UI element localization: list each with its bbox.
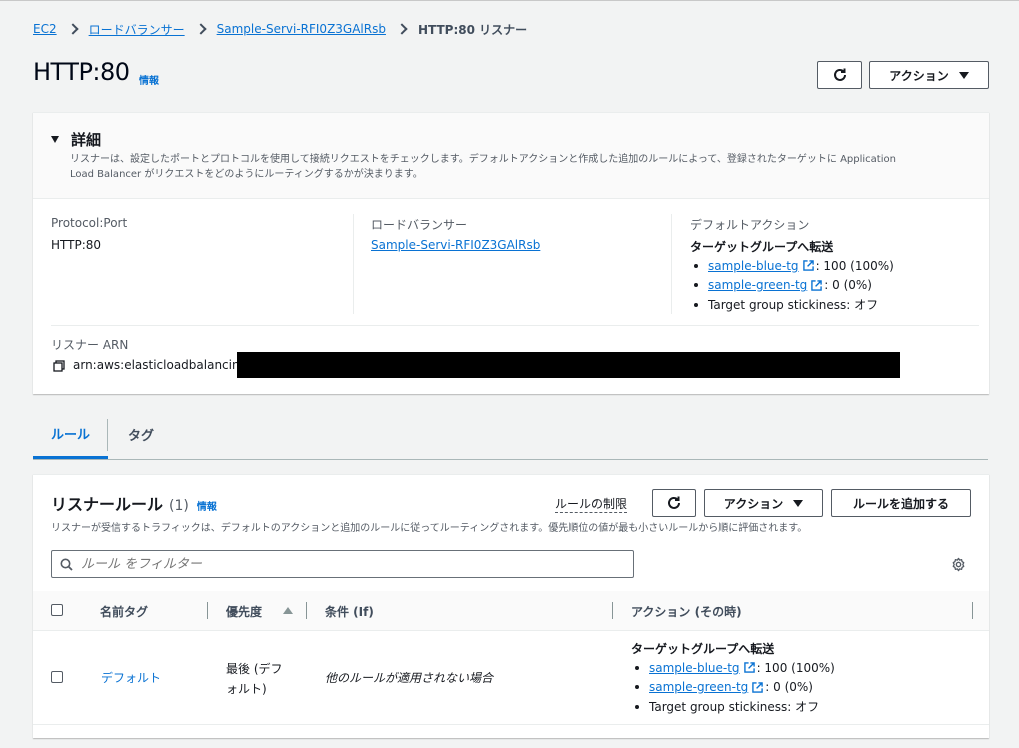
rule-target-group-blue-link[interactable]: sample-blue-tg xyxy=(649,661,740,675)
details-title: 詳細 xyxy=(71,131,102,149)
rule-stickiness-text: Target group stickiness: オフ xyxy=(649,700,820,715)
breadcrumb-current: HTTP:80 リスナー xyxy=(417,22,528,37)
rule-priority-line2: ォルト) xyxy=(226,682,267,696)
default-action-label: デフォルトアクション xyxy=(690,218,810,232)
details-description-line2: Load Balancer がリクエストをどのようにルーティングするかが決まりま… xyxy=(70,169,423,180)
list-item: Target group stickiness: オフ xyxy=(694,295,894,315)
rules-title: リスナールール xyxy=(51,495,164,514)
column-separator[interactable] xyxy=(207,602,208,619)
list-item: Target group stickiness: オフ xyxy=(635,697,835,717)
breadcrumb-load-balancers[interactable]: ロードバランサー xyxy=(89,21,185,38)
page-title: HTTP:80 xyxy=(33,58,130,86)
row-checkbox[interactable] xyxy=(51,671,63,683)
title-info-link[interactable]: 情報 xyxy=(139,72,159,87)
refresh-icon xyxy=(833,68,846,81)
tab-separator xyxy=(107,419,108,451)
search-icon xyxy=(60,558,73,571)
redaction-block xyxy=(237,352,900,378)
tab-rules[interactable]: ルール xyxy=(33,410,108,459)
target-group-blue-link[interactable]: sample-blue-tg xyxy=(708,259,799,273)
default-action-title: ターゲットグループへ転送 xyxy=(690,240,834,254)
caret-down-icon xyxy=(793,499,804,507)
breadcrumb-load-balancer[interactable]: Sample-Servi-RFI0Z3GAlRsb xyxy=(217,22,386,36)
actions-button[interactable]: アクション xyxy=(869,61,989,89)
default-action-list: sample-blue-tg : 100 (100%) sample-green… xyxy=(694,256,894,315)
list-item: sample-blue-tg : 100 (100%) xyxy=(635,658,835,678)
details-description-line1: リスナーは、設定したポートとプロトコルを使用して接続リクエストをチェックします。… xyxy=(70,154,896,165)
external-link-icon xyxy=(811,279,823,291)
column-separator[interactable] xyxy=(612,602,613,619)
tab-tags[interactable]: タグ xyxy=(128,410,154,459)
arn-label: リスナー ARN xyxy=(51,338,129,352)
rules-filter[interactable] xyxy=(51,550,634,578)
rules-info-link[interactable]: 情報 xyxy=(197,498,217,513)
stickiness-text: Target group stickiness: オフ xyxy=(708,298,879,313)
rule-condition: 他のルールが適用されない場合 xyxy=(325,671,494,685)
gear-icon[interactable] xyxy=(951,557,966,572)
target-group-green-weight: : 0 (0%) xyxy=(824,278,872,293)
external-link-icon xyxy=(752,681,764,693)
add-rule-button[interactable]: ルールを追加する xyxy=(831,489,971,517)
column-header-action[interactable]: アクション (その時) xyxy=(631,603,742,620)
select-all-checkbox[interactable] xyxy=(51,604,63,616)
rules-count: (1) xyxy=(169,498,189,514)
column-header-condition[interactable]: 条件 (If) xyxy=(325,603,374,620)
load-balancer-link[interactable]: Sample-Servi-RFI0Z3GAlRsb xyxy=(371,238,540,252)
arn-value: arn:aws:elasticloadbalancing xyxy=(73,358,248,372)
actions-button-label: アクション xyxy=(889,68,949,83)
rule-target-group-green-weight: : 0 (0%) xyxy=(765,680,813,695)
rules-actions-label: アクション xyxy=(723,496,784,511)
column-divider xyxy=(671,214,672,314)
details-toggle[interactable]: 詳細 xyxy=(51,129,101,150)
target-group-blue-weight: : 100 (100%) xyxy=(815,258,894,273)
column-separator[interactable] xyxy=(972,602,973,619)
column-separator[interactable] xyxy=(306,602,307,619)
list-item: sample-green-tg : 0 (0%) xyxy=(635,678,835,698)
rule-limits-link[interactable]: ルールの制限 xyxy=(555,495,628,513)
protocol-port-label: Protocol:Port xyxy=(51,216,128,230)
rules-description: リスナーが受信するトラフィックは、デフォルトのアクションと追加のルールに従ってル… xyxy=(51,523,808,534)
add-rule-label: ルールを追加する xyxy=(852,496,949,511)
load-balancer-label: ロードバランサー xyxy=(371,218,468,232)
list-item: sample-blue-tg : 100 (100%) xyxy=(694,256,894,276)
protocol-port-value: HTTP:80 xyxy=(51,238,102,252)
column-divider xyxy=(353,214,354,314)
chevron-right-icon xyxy=(398,20,406,38)
rule-action-list: sample-blue-tg : 100 (100%) sample-green… xyxy=(635,658,835,717)
copy-icon[interactable] xyxy=(53,360,65,372)
external-link-icon xyxy=(802,260,814,272)
table-row-divider xyxy=(33,724,989,725)
rules-table-header xyxy=(33,591,989,631)
rule-priority-line1: 最後 (デフ xyxy=(226,662,283,676)
target-group-green-link[interactable]: sample-green-tg xyxy=(708,278,807,292)
rules-heading: リスナールール (1) 情報 xyxy=(51,491,217,515)
rule-name-link[interactable]: デフォルト xyxy=(101,669,161,686)
breadcrumb: EC2 ロードバランサー Sample-Servi-RFI0Z3GAlRsb H… xyxy=(33,20,527,38)
window-top-edge xyxy=(0,0,1019,1)
rule-target-group-green-link[interactable]: sample-green-tg xyxy=(649,680,748,694)
external-link-icon xyxy=(743,662,755,674)
rules-actions-button[interactable]: アクション xyxy=(704,489,823,517)
column-header-priority[interactable]: 優先度 xyxy=(226,603,262,620)
list-item: sample-green-tg : 0 (0%) xyxy=(694,276,894,296)
chevron-right-icon xyxy=(197,20,205,38)
sort-ascending-icon[interactable] xyxy=(283,607,293,614)
refresh-button[interactable] xyxy=(817,61,862,89)
details-divider xyxy=(51,325,979,326)
refresh-icon xyxy=(668,496,680,509)
caret-down-icon xyxy=(958,71,969,79)
rules-refresh-button[interactable] xyxy=(652,489,696,517)
breadcrumb-ec2[interactable]: EC2 xyxy=(33,22,57,36)
rule-target-group-blue-weight: : 100 (100%) xyxy=(756,660,835,675)
chevron-right-icon xyxy=(69,20,77,38)
rule-action-title: ターゲットグループへ転送 xyxy=(631,642,775,656)
caret-down-icon xyxy=(51,136,59,143)
rules-filter-input[interactable] xyxy=(81,556,581,572)
column-header-name[interactable]: 名前タグ xyxy=(100,603,148,620)
tab-bar: ルール タグ xyxy=(33,410,988,460)
